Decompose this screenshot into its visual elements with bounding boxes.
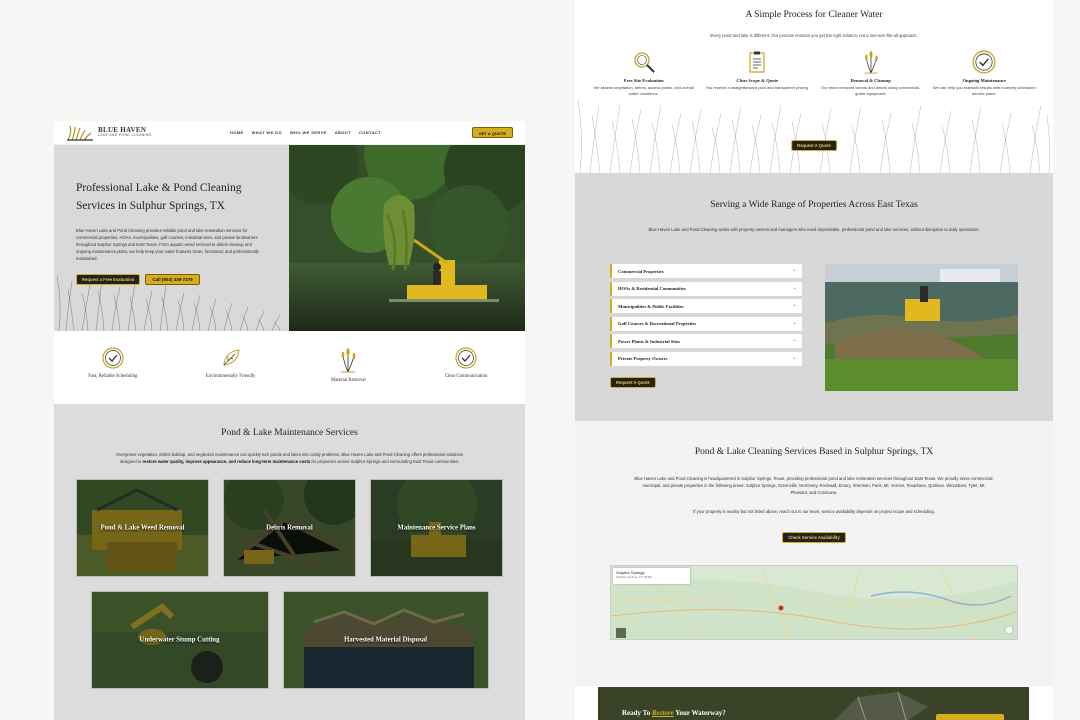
services-description: Overgrown vegetation, debris buildup, an… [115, 452, 464, 464]
plus-icon: + [793, 285, 796, 292]
property-types-accordion: Commercial Properties + HOAs & Residentia… [610, 264, 802, 369]
site-logo[interactable]: BLUE HAVEN LAKE AND POND CLEANING [66, 124, 216, 142]
service-area-map[interactable]: Sulphur Springs Sulphur Springs, TX 7548… [610, 565, 1018, 640]
magnifier-icon [634, 52, 655, 73]
feature-communication: Clear Communication [416, 347, 516, 379]
process-request-quote-button[interactable]: Request A Quote [791, 140, 837, 151]
leaf-icon [223, 349, 240, 366]
step-scope-quote: Clear Scope & Quote You receive a straig… [705, 50, 809, 97]
reeds-icon [341, 348, 356, 373]
step-title: Removal & Cleanup [850, 78, 891, 83]
plus-icon: + [793, 355, 796, 362]
step-site-evaluation: Free Site Evaluation We assess vegetatio… [592, 50, 696, 97]
plus-icon: + [793, 338, 796, 344]
properties-title: Serving a Wide Range of Properties Acros… [710, 200, 918, 210]
accordion-municipal[interactable]: Municipalities & Public Facilities + [610, 299, 802, 313]
cta-banner-heading: Ready To Restore Your Waterway? [622, 709, 726, 717]
step-ongoing-maintenance: Ongoing Maintenance We can help you main… [932, 50, 1036, 97]
service-area-section: Pond & Lake Cleaning Services Based in S… [575, 421, 1053, 686]
properties-section: Serving a Wide Range of Properties Acros… [575, 173, 1053, 421]
step-desc: We assess vegetation, debris, access poi… [593, 85, 694, 96]
site-header: BLUE HAVEN LAKE AND POND CLEANING HOME W… [54, 121, 525, 145]
feature-label: Clear Communication [444, 374, 488, 379]
card-label: Harvested Material Disposal [343, 636, 428, 644]
step-desc: Our team removes weeds and debris using … [821, 85, 921, 96]
step-removal-cleanup: Removal & Cleanup Our team removes weeds… [819, 50, 923, 97]
properties-request-quote-button[interactable]: Request A Quote [610, 377, 656, 388]
nav-about[interactable]: ABOUT [335, 130, 351, 135]
feature-scheduling: Fast, Reliable Scheduling [63, 347, 163, 379]
nav-contact[interactable]: CONTACT [359, 130, 381, 135]
process-subtitle: Every pond and lake is different. Our pr… [710, 33, 918, 38]
feature-label: Material Removal [330, 378, 366, 383]
accordion-private[interactable]: Private Property Owners + [610, 351, 802, 366]
service-area-description: Blue Haven Lake and Pond Cleaning is hea… [634, 476, 994, 495]
services-title: Pond & Lake Maintenance Services [221, 428, 358, 438]
grass-decoration [577, 99, 1050, 173]
step-desc: You receive a straightforward plan and t… [705, 85, 809, 90]
accordion-industrial[interactable]: Power Plants & Industrial Sites + [610, 334, 802, 348]
map-place-address: Sulphur Springs, TX 75482 [616, 575, 652, 579]
plus-icon: + [793, 268, 796, 274]
reeds-icon [864, 50, 878, 74]
hero-title: Professional Lake & Pond Cleaning Servic… [76, 182, 242, 212]
service-card-stump-cutting[interactable]: Underwater Stump Cutting [90, 591, 269, 689]
service-area-note: If your property is nearby but not liste… [693, 509, 935, 514]
service-card-weed-removal[interactable]: Pond & Lake Weed Removal [76, 479, 209, 577]
card-label: Maintenance Service Plans [397, 524, 476, 532]
check-badge-icon [455, 347, 477, 369]
features-strip: Fast, Reliable Scheduling Environmentall… [54, 331, 525, 404]
check-badge-icon [972, 50, 996, 74]
homepage-preview-right: A Simple Process for Cleaner Water Every… [575, 0, 1053, 720]
process-section: A Simple Process for Cleaner Water Every… [575, 0, 1053, 173]
nav-who-we-serve[interactable]: WHO WE SERVE [290, 130, 327, 135]
cta-banner: Ready To Restore Your Waterway? [598, 687, 1029, 720]
hero-photo-weed-harvester [289, 145, 525, 331]
process-title: A Simple Process for Cleaner Water [745, 10, 883, 20]
step-title: Ongoing Maintenance [962, 78, 1006, 83]
step-title: Free Site Evaluation [623, 78, 664, 83]
service-card-material-disposal[interactable]: Harvested Material Disposal [282, 591, 489, 689]
service-card-debris-removal[interactable]: Debris Removal [223, 479, 356, 577]
clipboard-icon [749, 51, 765, 73]
hero-description: Blue Haven Lake and Pond Cleaning provid… [76, 228, 259, 261]
accordion-hoa[interactable]: HOAs & Residential Communities + [610, 281, 802, 296]
feature-material-removal: Material Removal [298, 347, 398, 383]
logo-tagline: LAKE AND POND CLEANING [98, 133, 152, 138]
card-label: Pond & Lake Weed Removal [100, 524, 185, 532]
request-evaluation-button[interactable]: Request a Free Evaluation [76, 274, 141, 285]
service-card-maintenance-plans[interactable]: Maintenance Service Plans [370, 479, 503, 577]
service-area-title: Pond & Lake Cleaning Services Based in S… [694, 447, 934, 457]
nav-what-we-do[interactable]: WHAT WE DO [252, 130, 282, 135]
logo-reeds-icon [67, 125, 93, 141]
card-label: Underwater Stump Cutting [139, 636, 220, 644]
check-availability-button[interactable]: Check Service Availability [782, 532, 846, 543]
accordion-commercial[interactable]: Commercial Properties + [610, 264, 802, 278]
check-badge-icon [102, 347, 124, 369]
step-title: Clear Scope & Quote [736, 78, 779, 83]
plus-icon: + [793, 303, 796, 309]
card-label: Debris Removal [266, 524, 313, 532]
cta-banner-button[interactable] [936, 714, 1004, 720]
properties-subtitle: Blue Haven Lake and Pond Cleaning works … [648, 227, 980, 232]
accordion-golf[interactable]: Golf Courses & Recreational Properties + [610, 316, 802, 331]
homepage-preview-left: BLUE HAVEN LAKE AND POND CLEANING HOME W… [54, 121, 525, 720]
get-a-quote-button[interactable]: GET A QUOTE [471, 127, 513, 138]
nav-home[interactable]: HOME [230, 130, 244, 135]
hero-section: Professional Lake & Pond Cleaning Servic… [54, 145, 525, 331]
services-section: Pond & Lake Maintenance Services Overgro… [54, 404, 525, 720]
feature-label: Environmentally Friendly [205, 374, 256, 379]
property-photo-shoreline [825, 264, 1018, 391]
map-info-card: Sulphur Springs Sulphur Springs, TX 7548… [613, 568, 690, 584]
plus-icon: + [793, 320, 796, 327]
call-button[interactable]: Call (903) 439-7379 [145, 274, 200, 285]
step-desc: We can help you maintain results with ro… [932, 85, 1036, 96]
feature-label: Fast, Reliable Scheduling [88, 374, 138, 379]
feature-eco: Environmentally Friendly [181, 347, 281, 379]
